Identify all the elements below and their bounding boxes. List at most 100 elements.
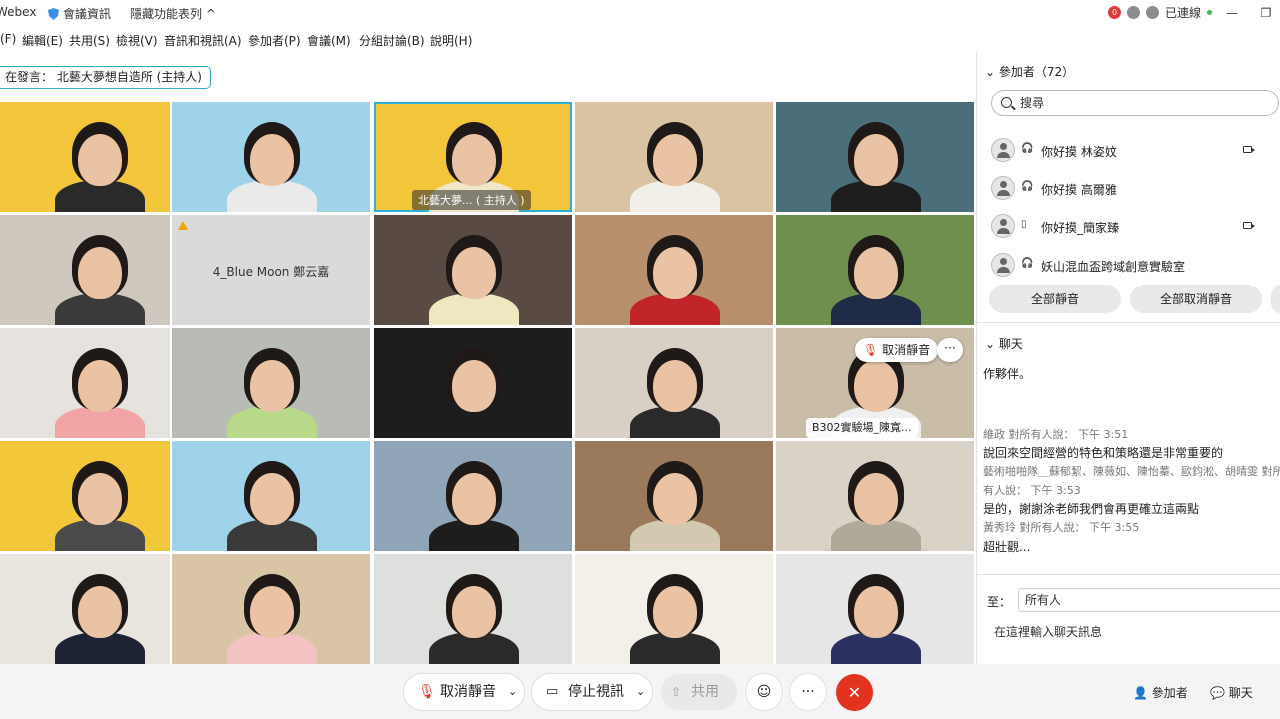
notification-badge[interactable]: 0 xyxy=(1107,6,1121,19)
video-tile[interactable] xyxy=(374,554,572,664)
video-tile[interactable] xyxy=(575,215,773,325)
video-tile[interactable] xyxy=(374,441,572,551)
mute-all-button[interactable]: 全部靜音 xyxy=(989,285,1121,313)
participant-item[interactable]: 🎧 妖山混血盃跨域創意實驗室 xyxy=(991,251,1271,279)
participants-tab-button[interactable]: 👤 參加者 xyxy=(1133,684,1188,701)
participant-face xyxy=(854,360,898,412)
menu-breakout[interactable]: 分組討論(B) xyxy=(359,32,425,49)
video-tile[interactable] xyxy=(575,102,773,212)
share-button[interactable]: ⇧ 共用 xyxy=(661,674,737,710)
shield-icon xyxy=(48,7,59,20)
connected-dot-icon xyxy=(1207,10,1212,15)
participant-name: 你好摸_簡家臻 xyxy=(1041,221,1120,235)
video-tile[interactable] xyxy=(776,441,974,551)
menu-participants[interactable]: 參加者(P) xyxy=(248,32,301,49)
video-tile[interactable] xyxy=(0,328,170,438)
video-icon xyxy=(1243,146,1255,153)
menu-share[interactable]: 共用(S) xyxy=(69,32,110,49)
video-tile[interactable] xyxy=(575,328,773,438)
chat-message-input[interactable]: 在這裡輸入聊天訊息 xyxy=(994,623,1102,640)
video-tile[interactable] xyxy=(575,441,773,551)
video-tile[interactable] xyxy=(575,554,773,664)
participant-face xyxy=(78,247,122,299)
video-tile[interactable] xyxy=(0,554,170,664)
person-icon: 👤 xyxy=(1133,686,1148,700)
meeting-info-button[interactable]: 會議資訊 xyxy=(48,5,111,22)
active-speaker-chip: 在發言： 北藝大夢想自造所 (主持人) xyxy=(0,66,211,89)
tile-unmute-button[interactable]: 🎙 取消靜音 xyxy=(855,338,939,362)
menu-help[interactable]: 說明(H) xyxy=(430,32,472,49)
participant-item[interactable]: ▯ 你好摸_簡家臻 xyxy=(991,212,1271,240)
video-tile[interactable] xyxy=(776,102,974,212)
video-tile[interactable] xyxy=(374,215,572,325)
search-icon xyxy=(1001,97,1012,108)
app-name: Webex xyxy=(0,5,37,19)
participant-face xyxy=(78,360,122,412)
video-tile[interactable] xyxy=(0,215,170,325)
edit-icon[interactable] xyxy=(1145,6,1159,19)
unmute-button[interactable]: 🎙 取消靜音 ⌄ xyxy=(404,674,524,710)
chat-header[interactable]: ⌄ 聊天 xyxy=(985,335,1023,352)
share-label: 共用 xyxy=(691,684,719,700)
unmute-all-button[interactable]: 全部取消靜音 xyxy=(1130,285,1262,313)
participant-name: 妖山混血盃跨域創意實驗室 xyxy=(1041,260,1186,274)
chevron-down-icon[interactable]: ⌄ xyxy=(508,674,517,710)
participant-face xyxy=(452,586,496,638)
hide-menu-bar-button[interactable]: 隱藏功能表列 ^ xyxy=(130,5,216,22)
headset-icon: 🎧 xyxy=(1021,258,1034,269)
video-tile[interactable] xyxy=(172,102,370,212)
video-tile[interactable] xyxy=(0,102,170,212)
video-tile[interactable] xyxy=(172,441,370,551)
chat-meta: 有人說： 下午 3:53 xyxy=(983,484,1081,497)
minimize-icon[interactable]: — xyxy=(1218,6,1246,20)
chat-bubble-icon: 💬 xyxy=(1210,686,1225,700)
tile-more-button[interactable]: ··· xyxy=(937,338,963,362)
more-options-button[interactable]: ··· xyxy=(790,674,826,710)
video-tile[interactable] xyxy=(776,215,974,325)
chat-recipient-select[interactable]: 所有人 xyxy=(1018,588,1280,612)
participants-tab-label: 參加者 xyxy=(1151,686,1188,700)
more-actions-button[interactable] xyxy=(1271,285,1280,313)
leave-meeting-button[interactable]: ✕ xyxy=(836,674,873,711)
participant-face xyxy=(452,247,496,299)
headset-icon: 🎧 xyxy=(1021,181,1034,192)
stop-video-button[interactable]: ▭ 停止視訊 ⌄ xyxy=(532,674,652,710)
participant-item[interactable]: 🎧 你好摸 林姿妏 xyxy=(991,136,1271,164)
video-tile[interactable]: 4_Blue Moon 鄭云嘉 xyxy=(172,215,370,325)
participant-item[interactable]: 🎧 你好摸 高爾雅 xyxy=(991,174,1271,202)
reactions-button[interactable]: ☺ xyxy=(746,674,782,710)
video-tile[interactable] xyxy=(776,554,974,664)
chat-message: 說回來空間經營的特色和策略還是非常重要的 xyxy=(983,446,1224,460)
participants-header[interactable]: ⌄ 參加者（72） xyxy=(985,63,1074,80)
video-tile[interactable] xyxy=(0,441,170,551)
menu-meeting[interactable]: 會議(M) xyxy=(307,32,351,49)
chat-meta: 黃秀玲 對所有人說： 下午 3:55 xyxy=(983,521,1140,534)
connection-status: 已連線 xyxy=(1164,6,1201,20)
music-icon[interactable] xyxy=(1126,6,1140,19)
menu-edit[interactable]: 編輯(E) xyxy=(22,32,63,49)
menu-view[interactable]: 檢視(V) xyxy=(116,32,158,49)
title-bar-status: 0 已連線 — ❐ xyxy=(1107,4,1280,21)
video-tile[interactable] xyxy=(374,328,572,438)
avatar-icon xyxy=(991,176,1015,200)
avatar-icon xyxy=(991,214,1015,238)
chat-meta: 維政 對所有人說： 下午 3:51 xyxy=(983,428,1129,441)
participant-search-input[interactable]: 搜尋 xyxy=(991,90,1279,116)
participant-face xyxy=(452,134,496,186)
video-tile[interactable] xyxy=(172,328,370,438)
video-tile[interactable]: 北藝大夢... ( 主持人 ) xyxy=(374,102,572,212)
chat-message: 作夥伴。 xyxy=(983,367,1032,381)
chevron-down-icon[interactable]: ⌄ xyxy=(636,674,645,710)
menu-audio-video[interactable]: 音訊和視訊(A) xyxy=(164,32,242,49)
divider xyxy=(977,574,1280,575)
chat-message: 是的，謝謝涂老師我們會再更確立這兩點 xyxy=(983,502,1200,516)
participant-face xyxy=(854,247,898,299)
chat-title: 聊天 xyxy=(998,337,1023,351)
chat-tab-button[interactable]: 💬 聊天 xyxy=(1210,684,1253,701)
video-tile[interactable] xyxy=(172,554,370,664)
warning-icon xyxy=(178,221,188,230)
search-placeholder: 搜尋 xyxy=(1020,96,1045,110)
side-panel: ⌄ 參加者（72） 搜尋 🎧 你好摸 林姿妏 🎧 你好摸 高爾雅 ▯ 你好摸_簡… xyxy=(976,52,1280,664)
restore-icon[interactable]: ❐ xyxy=(1252,6,1280,20)
menu-file[interactable]: (F) xyxy=(0,32,16,46)
